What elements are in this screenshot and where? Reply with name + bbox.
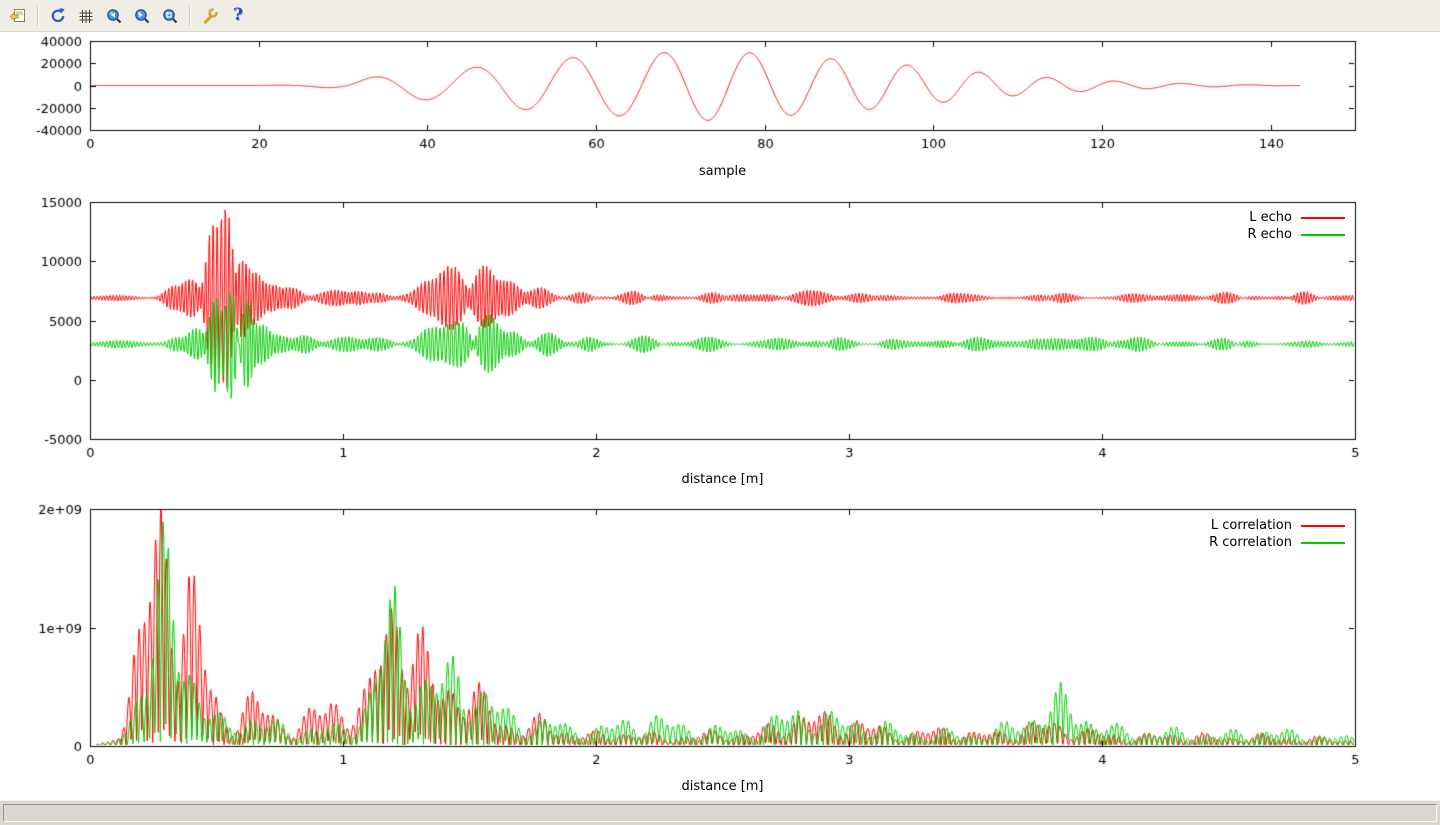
x-axis-label-distance-correlation: distance [m] [90,779,1355,794]
zoom-reset-icon [161,7,179,25]
grid-icon [77,7,95,25]
autoscale-button[interactable] [157,3,183,29]
legend-item-l-echo: L echo [1247,209,1345,226]
help-button[interactable]: ? [225,3,251,29]
legend-label: R echo [1247,227,1292,242]
legend-item-l-correlation: L correlation [1209,517,1345,534]
legend-line-swatch [1301,542,1345,544]
legend-line-swatch [1301,217,1345,219]
toolbar: ? [0,0,1440,32]
status-message [3,804,1437,822]
help-icon: ? [233,7,243,24]
legend-item-r-correlation: R correlation [1209,534,1345,551]
zoom-previous-icon [105,7,123,25]
toggle-grid-button[interactable] [73,3,99,29]
legend-label: L echo [1249,210,1292,225]
toolbar-separator [189,6,191,26]
zoom-previous-button[interactable] [101,3,127,29]
status-bar [0,800,1440,825]
legend-line-swatch [1301,525,1345,527]
correlation-legend: L correlation R correlation [1209,517,1345,551]
toolbar-separator [37,6,39,26]
x-axis-label-distance-echo: distance [m] [90,472,1355,487]
echo-legend: L echo R echo [1247,209,1345,243]
echo-chart[interactable] [0,192,1440,497]
copy-to-clipboard-button[interactable] [5,3,31,29]
legend-label: R correlation [1209,535,1292,550]
legend-label: L correlation [1211,518,1292,533]
wrench-icon [201,7,219,25]
gnuplot-window: ? sample distance [m] distance [m] L ech… [0,0,1440,825]
replot-button[interactable] [45,3,71,29]
zoom-next-button[interactable] [129,3,155,29]
plot-area: sample distance [m] distance [m] L echo … [0,32,1440,800]
x-axis-label-sample: sample [90,164,1355,179]
export-image-icon [9,7,27,25]
legend-line-swatch [1301,234,1345,236]
refresh-icon [49,7,67,25]
legend-item-r-echo: R echo [1247,226,1345,243]
zoom-next-icon [133,7,151,25]
configure-button[interactable] [197,3,223,29]
